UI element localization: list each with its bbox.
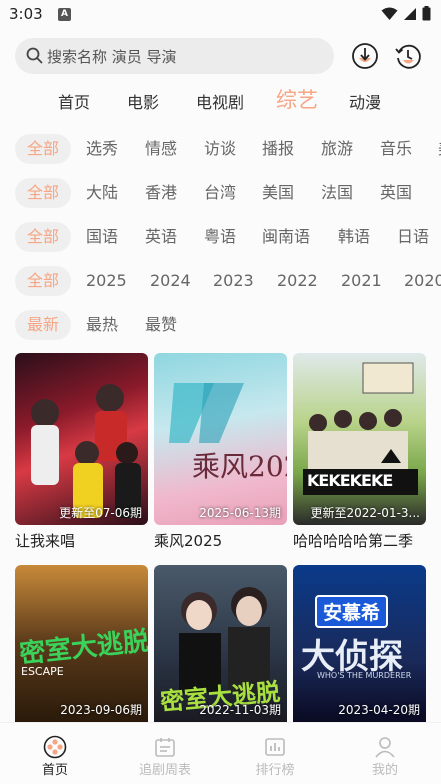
signal-icon: [404, 7, 416, 20]
filter-chip[interactable]: 最热: [86, 310, 118, 340]
episode-badge: 2025-06-13期: [199, 506, 281, 520]
card-title: 哈哈哈哈哈第二季: [293, 532, 414, 550]
tab-home[interactable]: 首页: [0, 723, 110, 784]
status-bar: 3:03 A: [0, 0, 441, 32]
tab-label: 首页: [41, 763, 68, 778]
poster-image: 安慕希 大侦探 WHO'S THE MURDERER 2023-04-20期: [293, 565, 426, 722]
user-icon: [375, 737, 395, 758]
nav-home[interactable]: 首页: [58, 89, 90, 113]
download-icon[interactable]: [350, 41, 380, 71]
history-icon[interactable]: [393, 41, 423, 71]
category-nav: 首页 电影 电视剧 综艺 动漫: [0, 84, 441, 116]
nav-anime[interactable]: 动漫: [349, 89, 381, 113]
nav-variety[interactable]: 综艺: [276, 84, 318, 114]
filter-chip[interactable]: 香港: [145, 178, 177, 208]
filter-chip[interactable]: 2020: [404, 266, 441, 296]
poster-subtitle-text: ESCAPE: [21, 665, 64, 678]
filter-chip[interactable]: 闽南语: [262, 222, 310, 252]
episode-badge: 2023-04-20期: [338, 703, 420, 717]
filter-chip[interactable]: 法国: [321, 178, 353, 208]
filter-sort-row: 最新 最热 最赞: [0, 306, 441, 342]
filter-chip[interactable]: 2021: [341, 266, 382, 296]
filter-chip[interactable]: 日语: [397, 222, 429, 252]
filter-chip[interactable]: 情感: [145, 134, 177, 164]
tab-mine[interactable]: 我的: [330, 723, 440, 784]
poster-image: KEKEKEKE 更新至2022-01-3...: [293, 353, 426, 525]
filter-chip[interactable]: 最新: [15, 310, 72, 340]
filter-chip[interactable]: 2025: [86, 266, 127, 296]
filter-chip[interactable]: 英国: [380, 178, 412, 208]
poster-brand-text: 安慕希: [315, 595, 389, 628]
filter-chip[interactable]: 全部: [15, 222, 72, 252]
search-icon: [26, 47, 43, 64]
card-title: 让我来唱: [15, 532, 76, 550]
filter-chip[interactable]: 粤语: [204, 222, 236, 252]
episode-badge: 2023-09-06期: [60, 703, 142, 717]
filter-chip[interactable]: 国语: [86, 222, 118, 252]
filter-region-row: 全部 大陆 香港 台湾 美国 法国 英国: [0, 174, 441, 210]
search-input[interactable]: 搜索名称 演员 导演: [15, 38, 334, 74]
filter-chip[interactable]: 韩语: [338, 222, 370, 252]
poster-image: 乘风202 2025-06-13期: [154, 353, 287, 525]
poster-image: 密室大逃脱 ESCAPE 2023-09-06期: [15, 565, 148, 722]
filter-chip[interactable]: 2022: [277, 266, 318, 296]
status-time: 3:03: [9, 5, 43, 23]
filter-chip[interactable]: 全部: [15, 178, 72, 208]
tab-label: 排行榜: [255, 763, 295, 778]
filter-chip[interactable]: 英语: [145, 222, 177, 252]
filter-chip[interactable]: 最赞: [145, 310, 177, 340]
filter-chip[interactable]: 旅游: [321, 134, 353, 164]
episode-badge: 更新至07-06期: [59, 506, 142, 520]
filter-type-row: 全部 选秀 情感 访谈 播报 旅游 音乐 美: [0, 130, 441, 166]
poster-image: 密室大逃脱 2022-11-03期: [154, 565, 287, 722]
poster-title-text: 密室大逃脱: [18, 626, 148, 670]
filter-chip[interactable]: 选秀: [86, 134, 118, 164]
filter-chip[interactable]: 2023: [213, 266, 254, 296]
status-icons: [381, 6, 431, 21]
filter-chip[interactable]: 大陆: [86, 178, 118, 208]
filter-chip[interactable]: 2024: [150, 266, 191, 296]
battery-icon: [422, 6, 431, 21]
card-title: 乘风2025: [154, 532, 223, 550]
tab-ranking[interactable]: 排行榜: [220, 723, 330, 784]
wifi-icon: [381, 7, 398, 20]
notification-icon: A: [58, 8, 71, 21]
filter-chip[interactable]: 全部: [15, 266, 72, 296]
ranking-icon: [265, 738, 285, 756]
filter-chip[interactable]: 美国: [262, 178, 294, 208]
poster-title-text: 乘风202: [192, 450, 287, 483]
home-icon: [43, 735, 67, 759]
bottom-tab-bar: 首页 追剧周表 排行榜 我的: [0, 722, 441, 784]
episode-badge: 2022-11-03期: [199, 703, 281, 717]
poster-title-text: KEKEKEKE: [307, 471, 393, 490]
tab-label: 我的: [371, 763, 398, 778]
tab-label: 追剧周表: [138, 763, 191, 778]
filter-chip[interactable]: 音乐: [380, 134, 412, 164]
filter-year-row: 全部 2025 2024 2023 2022 2021 2020: [0, 262, 441, 298]
poster-image: 更新至07-06期: [15, 353, 148, 525]
nav-tv[interactable]: 电视剧: [196, 89, 244, 113]
poster-subtitle-text: WHO'S THE MURDERER: [317, 671, 412, 680]
search-placeholder: 搜索名称 演员 导演: [47, 48, 177, 66]
episode-badge: 更新至2022-01-3...: [310, 506, 420, 520]
filter-language-row: 全部 国语 英语 粤语 闽南语 韩语 日语: [0, 218, 441, 254]
tab-weekly-schedule[interactable]: 追剧周表: [110, 723, 220, 784]
filter-chip[interactable]: 播报: [262, 134, 294, 164]
filter-chip[interactable]: 全部: [15, 134, 72, 164]
filter-chip[interactable]: 台湾: [204, 178, 236, 208]
filter-chip[interactable]: 访谈: [204, 134, 236, 164]
nav-movie[interactable]: 电影: [127, 89, 159, 113]
calendar-icon: [155, 738, 175, 757]
